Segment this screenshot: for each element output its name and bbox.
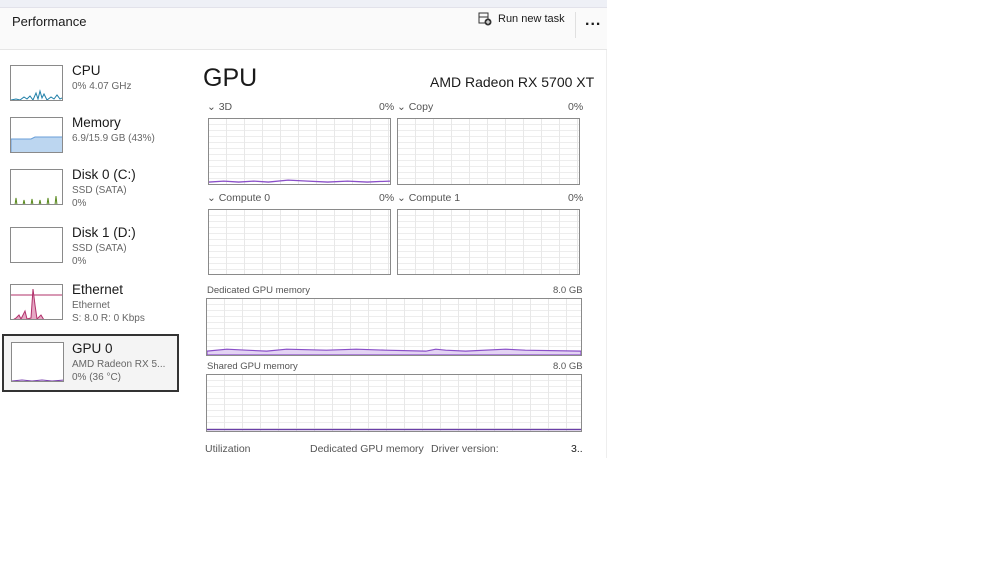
graph-copy — [397, 118, 580, 185]
dedicated-memory-stat-label: Dedicated GPU memory — [310, 443, 424, 455]
engine-selector-compute-0[interactable]: ⌄ Compute 0 — [207, 192, 270, 204]
memory-sparkline — [10, 117, 63, 153]
run-new-task-button[interactable]: Run new task — [478, 12, 565, 26]
chevron-down-icon: ⌄ — [397, 192, 409, 204]
ethernet-sparkline — [10, 284, 63, 320]
cpu-sparkline — [10, 65, 63, 101]
run-new-task-label: Run new task — [498, 13, 565, 25]
graph-dedicated-memory — [206, 298, 582, 356]
more-options-button[interactable]: ... — [585, 12, 601, 30]
engine-selector-3d[interactable]: ⌄ 3D — [207, 101, 232, 113]
chevron-down-icon: ⌄ — [397, 101, 409, 113]
page-title: Performance — [12, 14, 87, 29]
dedicated-memory-max: 8.0 GB — [553, 285, 583, 296]
disk1-usage: 0% — [72, 256, 87, 267]
dedicated-memory-label: Dedicated GPU memory — [207, 285, 310, 296]
engine-3d-value: 0% — [379, 101, 395, 113]
shared-memory-label: Shared GPU memory — [207, 361, 298, 372]
sidebar-item-cpu[interactable]: CPU 0% 4.07 GHz — [2, 63, 179, 121]
graph-compute-1 — [397, 209, 580, 275]
graph-3d — [208, 118, 391, 185]
disk0-label: Disk 0 (C:) — [72, 167, 136, 182]
sidebar-item-disk-1[interactable]: Disk 1 (D:) SSD (SATA) 0% — [2, 225, 179, 283]
run-task-icon — [478, 12, 492, 26]
driver-version-label: Driver version: — [431, 443, 499, 455]
gpu-model-name: AMD Radeon RX 5700 XT — [430, 74, 595, 90]
disk1-label: Disk 1 (D:) — [72, 225, 136, 240]
gpu-model-short: AMD Radeon RX 5... — [72, 359, 166, 370]
disk1-type: SSD (SATA) — [72, 243, 127, 254]
engine-selector-copy[interactable]: ⌄ Copy — [397, 101, 433, 113]
memory-stats: 6.9/15.9 GB (43%) — [72, 133, 155, 144]
cpu-label: CPU — [72, 63, 101, 78]
divider — [575, 12, 576, 38]
gpu-label: GPU 0 — [72, 341, 113, 356]
gpu-heading: GPU — [203, 64, 258, 92]
sidebar-item-disk-0[interactable]: Disk 0 (C:) SSD (SATA) 0% — [2, 167, 179, 225]
chevron-down-icon: ⌄ — [207, 192, 219, 204]
engine-compute0-value: 0% — [379, 192, 395, 204]
gpu-usage-temp: 0% (36 °C) — [72, 372, 122, 383]
engine-compute1-value: 0% — [568, 192, 584, 204]
sidebar-item-ethernet[interactable]: Ethernet Ethernet S: 8.0 R: 0 Kbps — [2, 282, 179, 340]
gpu-sparkline — [11, 342, 64, 382]
graph-compute-0 — [208, 209, 391, 275]
engine-selector-compute-1[interactable]: ⌄ Compute 1 — [397, 192, 460, 204]
title-bar — [0, 0, 607, 8]
disk0-type: SSD (SATA) — [72, 185, 127, 196]
sidebar-item-memory[interactable]: Memory 6.9/15.9 GB (43%) — [2, 115, 179, 173]
utilization-label: Utilization — [205, 443, 251, 455]
ethernet-throughput: S: 8.0 R: 0 Kbps — [72, 313, 145, 324]
chevron-down-icon: ⌄ — [207, 101, 219, 113]
disk0-usage: 0% — [72, 198, 87, 209]
shared-memory-max: 8.0 GB — [553, 361, 583, 372]
disk1-sparkline — [10, 227, 63, 263]
graph-shared-memory — [206, 374, 582, 432]
sidebar-item-gpu-0[interactable]: GPU 0 AMD Radeon RX 5... 0% (36 °C) — [2, 334, 179, 392]
ethernet-label: Ethernet — [72, 282, 124, 297]
engine-copy-value: 0% — [568, 101, 584, 113]
disk0-sparkline — [10, 169, 63, 205]
ethernet-adapter: Ethernet — [72, 300, 110, 311]
cpu-stats: 0% 4.07 GHz — [72, 81, 132, 92]
memory-label: Memory — [72, 115, 121, 130]
driver-version-value: 3.. — [571, 443, 583, 455]
